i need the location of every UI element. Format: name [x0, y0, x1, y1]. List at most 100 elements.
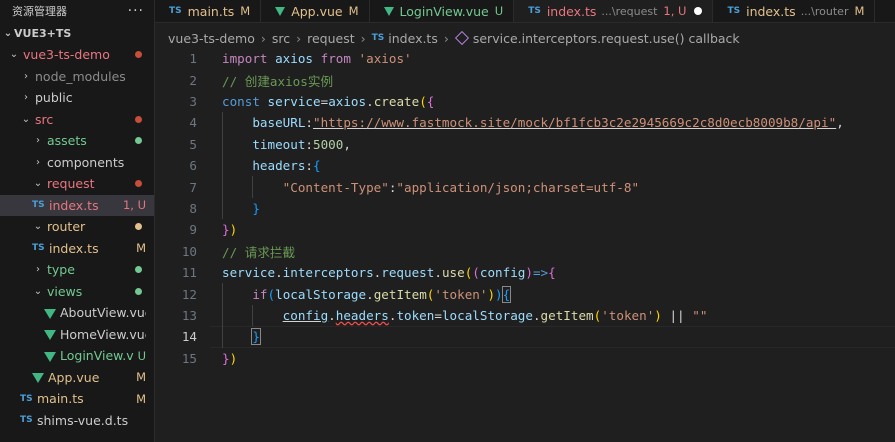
code-token: =	[434, 307, 442, 323]
code-token: "Content-Type"	[282, 179, 389, 195]
code-token: const	[222, 93, 260, 109]
tree-item[interactable]: ⌄ src	[0, 109, 154, 131]
code-line[interactable]: 9})	[155, 219, 895, 240]
tree-item[interactable]: LoginView.vueU	[0, 345, 154, 367]
chevron-right-icon: ›	[36, 264, 40, 276]
code-text: timeout:5000,	[222, 137, 351, 152]
editor-tab[interactable]: TS index.ts ...\request 1, U	[514, 0, 714, 22]
current-line-highlight	[210, 326, 895, 348]
tab-label: index.ts	[546, 3, 597, 19]
chevron-right-icon: ›	[36, 135, 40, 147]
tree-item[interactable]: › components	[0, 152, 154, 174]
typescript-file-icon: TS	[32, 200, 45, 211]
editor-tab[interactable]: TS main.ts M	[155, 0, 262, 22]
typescript-file-icon: TS	[20, 393, 33, 404]
code-line[interactable]: 15})	[155, 348, 895, 369]
indent-guide	[252, 176, 254, 198]
code-token: :	[305, 158, 314, 174]
code-token: :	[305, 115, 314, 131]
tab-status-badge: M	[854, 4, 865, 18]
code-text: })	[222, 222, 237, 237]
editor-tab[interactable]: App.vue M	[261, 0, 370, 22]
breadcrumb-item[interactable]: request	[307, 31, 355, 46]
code-line[interactable]: 11 service.interceptors.request.use((conf…	[155, 262, 895, 283]
breadcrumb-item[interactable]: index.ts	[388, 31, 438, 46]
chevron-right-icon: ›	[36, 156, 40, 168]
code-line[interactable]: 12 if(localStorage.getItem('token')){	[155, 283, 895, 304]
code-line[interactable]: 8 }	[155, 198, 895, 219]
code-token: {	[426, 93, 435, 109]
code-token: 'axios'	[358, 51, 412, 67]
tree-item-label: type	[47, 262, 75, 278]
tree-item[interactable]: HomeView.vue	[0, 324, 154, 346]
code-line[interactable]: 6 headers:{	[155, 155, 895, 176]
tree-item[interactable]: AboutView.vue	[0, 302, 154, 324]
code-line[interactable]: 13 config.headers.token=localStorage.get…	[155, 305, 895, 326]
tree-item[interactable]: TS main.ts M	[0, 388, 154, 410]
tree-item[interactable]: › type	[0, 259, 154, 281]
tree-item[interactable]: › assets	[0, 130, 154, 152]
tree-item[interactable]: TS index.ts 1, U	[0, 194, 154, 216]
line-number: 10	[181, 243, 197, 259]
git-status-badge: M	[136, 391, 146, 406]
tree-item[interactable]: TS shims-vue.d.ts	[0, 410, 154, 432]
tab-status-badge: M	[240, 4, 251, 18]
tree-item[interactable]: ⌄ router	[0, 216, 154, 238]
editor-tab[interactable]: LoginView.vue U	[370, 0, 515, 22]
code-token: )	[229, 222, 238, 238]
code-line[interactable]: 3 const service=axios.create({	[155, 91, 895, 112]
chevron-down-icon: ⌄	[9, 49, 19, 61]
tree-item-label: vue3-ts-demo	[23, 47, 110, 63]
workspace-section[interactable]: ⌄ VUE3+TS	[0, 22, 154, 44]
tree-item[interactable]: › public	[0, 87, 154, 109]
breadcrumb-item[interactable]: src	[272, 31, 290, 46]
code-token: .	[366, 93, 374, 109]
tree-item[interactable]: ⌄ views	[0, 281, 154, 303]
code-token: baseURL	[252, 115, 306, 131]
tree-item[interactable]: › node_modules	[0, 66, 154, 88]
more-actions-icon[interactable]: ···	[128, 3, 144, 19]
code-token: from	[320, 51, 351, 67]
code-line[interactable]: 2 // 创建axios实例	[155, 69, 895, 90]
code-token: timeout	[252, 136, 306, 152]
tree-item-label: App.vue	[48, 369, 100, 385]
line-number: 1	[189, 51, 197, 67]
tree-item[interactable]: ⌄ vue3-ts-demo	[0, 44, 154, 66]
tree-item[interactable]: ⌄ request	[0, 173, 154, 195]
code-token: }	[222, 222, 230, 238]
code-token: )	[229, 350, 238, 366]
typescript-file-icon: TS	[727, 6, 741, 16]
tree-item[interactable]: App.vue M	[0, 367, 154, 389]
code-line[interactable]: 10 // 请求拦截	[155, 241, 895, 262]
text-cursor	[259, 329, 261, 346]
git-status-badge: M	[136, 241, 146, 256]
code-line[interactable]: 4 baseURL:"https://www.fastmock.site/moc…	[155, 112, 895, 133]
chevron-down-icon: ⌄	[3, 27, 13, 39]
tab-label: LoginView.vue	[399, 3, 489, 19]
tree-item[interactable]: TS index.ts M	[0, 238, 154, 260]
code-line[interactable]: 5 timeout:5000,	[155, 134, 895, 155]
code-token: .	[366, 286, 374, 302]
breadcrumb-item[interactable]: vue3-ts-demo	[168, 31, 255, 46]
tree-item-label: main.ts	[37, 391, 84, 407]
code-token: )	[654, 307, 662, 323]
typescript-file-icon: TS	[169, 6, 182, 16]
tree-item-label: components	[47, 154, 125, 170]
code-token: token	[396, 307, 435, 323]
editor-tab[interactable]: TS index.ts ...\router M	[713, 0, 876, 22]
unsaved-dot-icon[interactable]	[694, 7, 703, 15]
breadcrumb-symbol[interactable]: service.interceptors.request.use() callb…	[473, 31, 740, 46]
code-line[interactable]: 7 "Content-Type":"application/json;chars…	[155, 176, 895, 197]
code-text: }	[222, 201, 260, 216]
line-number: 14	[181, 329, 197, 345]
code-token: (	[472, 265, 480, 281]
git-status-dot	[135, 287, 142, 295]
code-line[interactable]: 1 import axios from 'axios'	[155, 48, 895, 69]
code-line[interactable]: 14 }	[155, 326, 895, 348]
code-editor[interactable]: 1 import axios from 'axios' 2 // 创建axios实例 3…	[155, 48, 895, 442]
